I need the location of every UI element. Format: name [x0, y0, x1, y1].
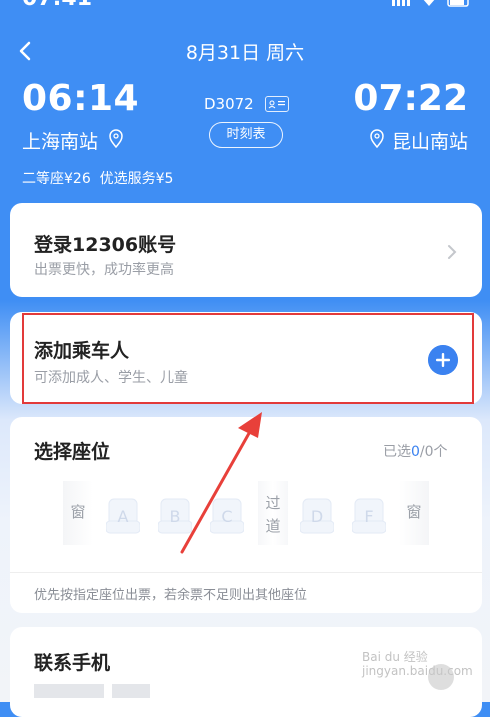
seat-letter: F — [364, 507, 374, 526]
selected-suffix: /0个 — [419, 444, 448, 460]
seat-d[interactable]: D — [299, 497, 335, 537]
contact-title: 联系手机 — [34, 652, 111, 674]
phone-number-redacted — [34, 684, 104, 698]
status-icons — [392, 0, 469, 7]
arrival-time: 07:22 — [353, 78, 468, 119]
seat-letter: D — [310, 507, 324, 526]
location-pin-icon — [109, 129, 123, 149]
arrival-station: 昆山南站 — [391, 131, 468, 153]
annotation-arrow-icon — [180, 412, 262, 554]
location-pin-icon — [370, 129, 384, 149]
login-subtitle: 出票更快，成功率更高 — [34, 262, 174, 278]
price-line: 二等座¥26 优选服务¥5 — [22, 168, 173, 188]
seat-letter: A — [117, 507, 129, 526]
status-time: 07:41 — [22, 0, 92, 11]
id-card-icon — [265, 96, 289, 112]
seat-price: 二等座¥26 — [22, 171, 91, 187]
selected-count: 0 — [411, 444, 420, 460]
phone-number-redacted — [112, 684, 150, 698]
seat-selected-count: 已选0/0个 — [383, 441, 448, 461]
seat-f[interactable]: F — [351, 497, 387, 537]
header-date[interactable]: 8月31日 周六 — [0, 38, 490, 65]
departure-time: 06:14 — [22, 78, 140, 119]
avatar — [428, 664, 454, 690]
window-left: 窗 — [63, 481, 93, 545]
timetable-button[interactable]: 时刻表 — [209, 122, 283, 148]
window-label: 窗 — [406, 503, 422, 521]
selected-prefix: 已选 — [383, 444, 411, 460]
highlight-box — [22, 313, 474, 404]
service-price: 优选服务¥5 — [99, 171, 174, 187]
seat-a[interactable]: A — [105, 497, 141, 537]
window-label: 窗 — [70, 503, 86, 521]
seat-selection-title: 选择座位 — [34, 441, 111, 463]
chevron-right-icon — [448, 245, 457, 259]
train-number: D3072 — [204, 95, 254, 113]
seat-note: 优先按指定座位出票，若余票不足则出其他座位 — [34, 588, 308, 603]
departure-station: 上海南站 — [22, 131, 99, 153]
divider — [10, 572, 482, 573]
watermark: Bai du 经验 jingyan.baidu.com — [362, 650, 473, 678]
login-title: 登录12306账号 — [34, 234, 177, 256]
window-right: 窗 — [399, 481, 429, 545]
login-card[interactable]: 登录12306账号 出票更快，成功率更高 — [10, 203, 482, 297]
